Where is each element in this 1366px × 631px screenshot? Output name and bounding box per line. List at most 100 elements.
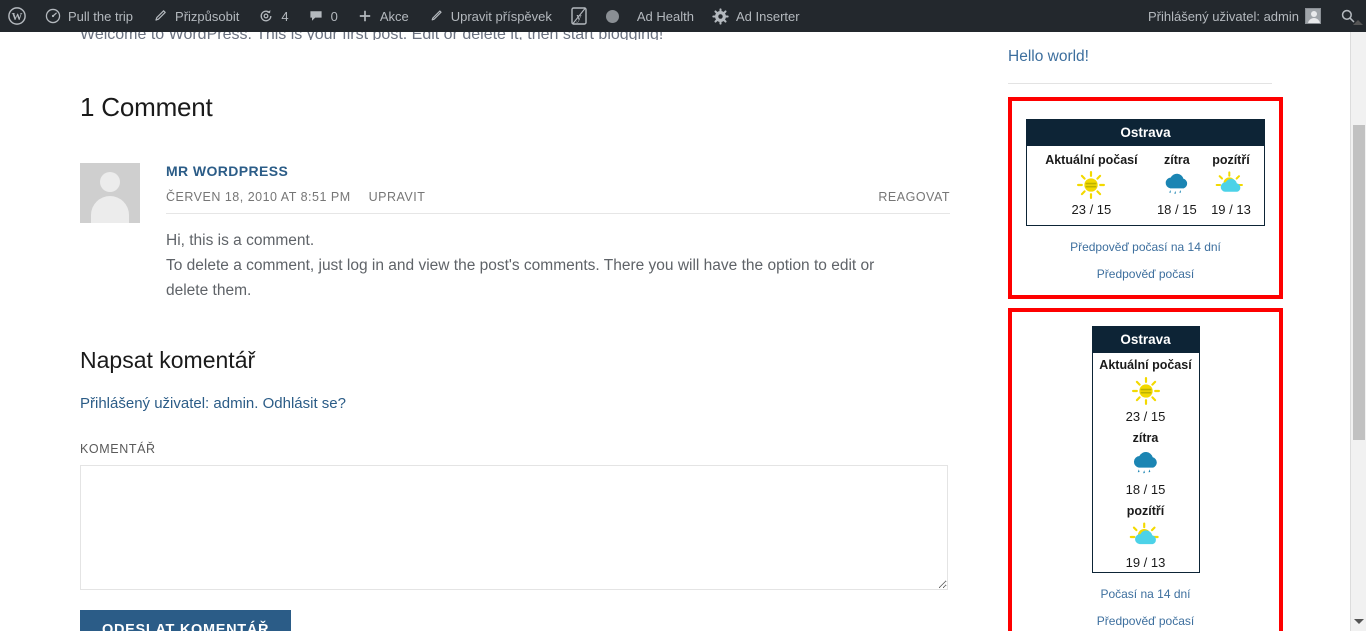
admin-bar: W Pull the trip Přizpůsobit 4 0 Akce Upr…	[0, 0, 1366, 32]
adminbar-ad-inserter[interactable]: Ad Inserter	[703, 0, 809, 32]
adminbar-new-content[interactable]: Akce	[347, 0, 418, 32]
adminbar-customize-label: Přizpůsobit	[175, 8, 240, 24]
weather-days-row: Aktuální počasí 23 / 15 zítra 18 / 15 po…	[1027, 146, 1264, 225]
weather-day-tomorrow: zítra 18 / 15	[1093, 426, 1199, 499]
comment-list-item: MR WORDPRESS ČERVEN 18, 2010 AT 8:51 PM …	[80, 163, 950, 303]
weather-day-temps: 19 / 13	[1211, 202, 1251, 217]
weather-widget-horizontal: Ostrava Aktuální počasí 23 / 15 zítra 18…	[1026, 119, 1265, 226]
sun-icon	[1033, 170, 1150, 200]
comment-author[interactable]: MR WORDPRESS	[166, 163, 950, 179]
page-content: Welcome to WordPress. This is your first…	[0, 32, 1350, 631]
comment-text-line-1: Hi, this is a comment.	[166, 232, 315, 249]
weather-14day-link[interactable]: Počasí na 14 dní	[1026, 587, 1265, 601]
gear-icon	[712, 7, 730, 25]
submit-comment-button[interactable]: Odeslat komentář	[80, 610, 292, 631]
comment-field-label: KOMENTÁŘ	[80, 442, 156, 456]
adminbar-account-label: Přihlášený uživatel: admin	[1147, 8, 1299, 24]
weather-day-current: Aktuální počasí 23 / 15	[1033, 153, 1150, 217]
scrollbar-down-arrow[interactable]	[1351, 613, 1366, 629]
weather-day-label: pozítří	[1126, 504, 1165, 518]
comments-title: 1 Comment	[80, 92, 213, 122]
wordpress-logo-icon: W	[8, 7, 26, 25]
adminbar-my-account[interactable]: Přihlášený uživatel: admin	[1140, 0, 1330, 32]
sun-icon	[1093, 375, 1199, 407]
weather-day-tomorrow: zítra 18 / 15	[1150, 153, 1204, 217]
weather-city-horizontal: Ostrava	[1027, 120, 1264, 146]
svg-text:W: W	[12, 11, 23, 23]
adminbar-edit-post-label: Upravit příspěvek	[450, 8, 552, 24]
post-excerpt: Welcome to WordPress. This is your first…	[80, 32, 950, 40]
yoast-seo-icon: y	[570, 7, 588, 25]
ad-health-dot-icon	[605, 9, 619, 23]
page-scrollbar[interactable]	[1350, 32, 1366, 631]
updates-icon	[257, 7, 275, 25]
logged-in-as-notice[interactable]: Přihlášený uživatel: admin. Odhlásit se?	[80, 395, 950, 412]
adminbar-right-group: Přihlášený uživatel: admin	[1140, 0, 1366, 32]
weather-forecast-14day-link[interactable]: Předpověď počasí na 14 dní	[1026, 240, 1265, 254]
comment-text: Hi, this is a comment. To delete a comme…	[166, 228, 950, 303]
adminbar-ad-inserter-label: Ad Inserter	[735, 8, 800, 24]
commenter-avatar	[80, 163, 140, 223]
main-column: Welcome to WordPress. This is your first…	[80, 32, 950, 631]
adminbar-site-name[interactable]: Pull the trip	[35, 0, 142, 32]
weather-widget-horizontal-highlight: Ostrava Aktuální počasí 23 / 15 zítra 18…	[1008, 97, 1283, 299]
adminbar-wordpress-logo[interactable]: W	[0, 0, 35, 32]
adminbar-site-name-label: Pull the trip	[68, 8, 134, 24]
dashboard-icon	[44, 7, 62, 25]
weather-forecast-link[interactable]: Předpověď počasí	[1026, 267, 1265, 281]
weather-day-current: Aktuální počasí 23 / 15	[1093, 353, 1199, 426]
comment-input[interactable]	[80, 465, 948, 590]
weather-day-label: zítra	[1163, 153, 1190, 167]
comment-edit-link[interactable]: UPRAVIT	[369, 190, 426, 204]
adminbar-edit-post[interactable]: Upravit příspěvek	[418, 0, 561, 32]
adminbar-yoast-seo[interactable]: y	[561, 0, 597, 32]
adminbar-ad-health-status[interactable]	[597, 0, 628, 32]
weather-day-label: Aktuální počasí	[1099, 358, 1192, 372]
comment-text-line-2: To delete a comment, just log in and vie…	[166, 257, 875, 274]
weather-widget-vertical-highlight: Ostrava Aktuální počasí 23 / 15 zítra 18…	[1008, 308, 1283, 631]
avatar	[1305, 8, 1321, 24]
comment-meta-row: ČERVEN 18, 2010 AT 8:51 PM UPRAVIT REAGO…	[166, 190, 950, 214]
adminbar-comments[interactable]: 0	[298, 0, 347, 32]
weather-city-vertical: Ostrava	[1092, 327, 1199, 353]
weather-day-label: zítra	[1132, 431, 1159, 445]
weather-day-temps: 23 / 15	[1125, 409, 1166, 424]
adminbar-new-content-label: Akce	[379, 8, 409, 24]
adminbar-comments-count: 0	[330, 8, 338, 24]
rain-cloud-icon	[1093, 448, 1199, 480]
comment-text-line-3: delete them.	[166, 282, 252, 299]
sidebar-divider	[1008, 83, 1272, 84]
comment-bubble-icon	[307, 7, 325, 25]
adminbar-updates[interactable]: 4	[248, 0, 297, 32]
rain-cloud-icon	[1150, 170, 1204, 200]
weather-day-temps: 19 / 13	[1125, 555, 1166, 570]
adminbar-ad-health[interactable]: Ad Health	[628, 0, 703, 32]
plus-icon	[356, 7, 374, 25]
sun-behind-cloud-icon	[1204, 170, 1258, 200]
weather-day-temps: 18 / 15	[1125, 482, 1166, 497]
weather-day-label: pozítří	[1212, 153, 1250, 167]
sidebar-recent-post-link[interactable]: Hello world!	[1008, 48, 1283, 66]
adminbar-customize[interactable]: Přizpůsobit	[142, 0, 248, 32]
comment-date[interactable]: ČERVEN 18, 2010 AT 8:51 PM	[166, 190, 351, 204]
reply-title: Napsat komentář	[80, 347, 256, 373]
comment-body: MR WORDPRESS ČERVEN 18, 2010 AT 8:51 PM …	[166, 163, 950, 303]
weather-widget-vertical: Ostrava Aktuální počasí 23 / 15 zítra 18…	[1091, 326, 1200, 573]
weather-day-label: Aktuální počasí	[1045, 153, 1138, 167]
weather-day-dayafter: pozítří 19 / 13	[1093, 499, 1199, 572]
weather-day-temps: 18 / 15	[1156, 202, 1197, 217]
chevron-up-icon	[1353, 19, 1363, 25]
customize-brush-icon	[151, 7, 169, 25]
adminbar-updates-count: 4	[281, 8, 289, 24]
chevron-down-icon	[1354, 618, 1364, 624]
comment-reply-link[interactable]: REAGOVAT	[878, 190, 950, 204]
weather-day-temps: 23 / 15	[1071, 202, 1112, 217]
adminbar-ad-health-label: Ad Health	[636, 8, 694, 24]
weather-day-dayafter: pozítří 19 / 13	[1204, 153, 1258, 217]
scrollbar-thumb[interactable]	[1353, 125, 1365, 440]
weather-forecast-link[interactable]: Předpověď počasí	[1026, 614, 1265, 628]
scrollbar-up-arrow[interactable]	[1350, 14, 1366, 30]
sidebar: Hello world! Ostrava Aktuální počasí 23 …	[1008, 32, 1283, 631]
edit-pencil-icon	[427, 7, 445, 25]
sun-behind-cloud-icon	[1093, 521, 1199, 553]
